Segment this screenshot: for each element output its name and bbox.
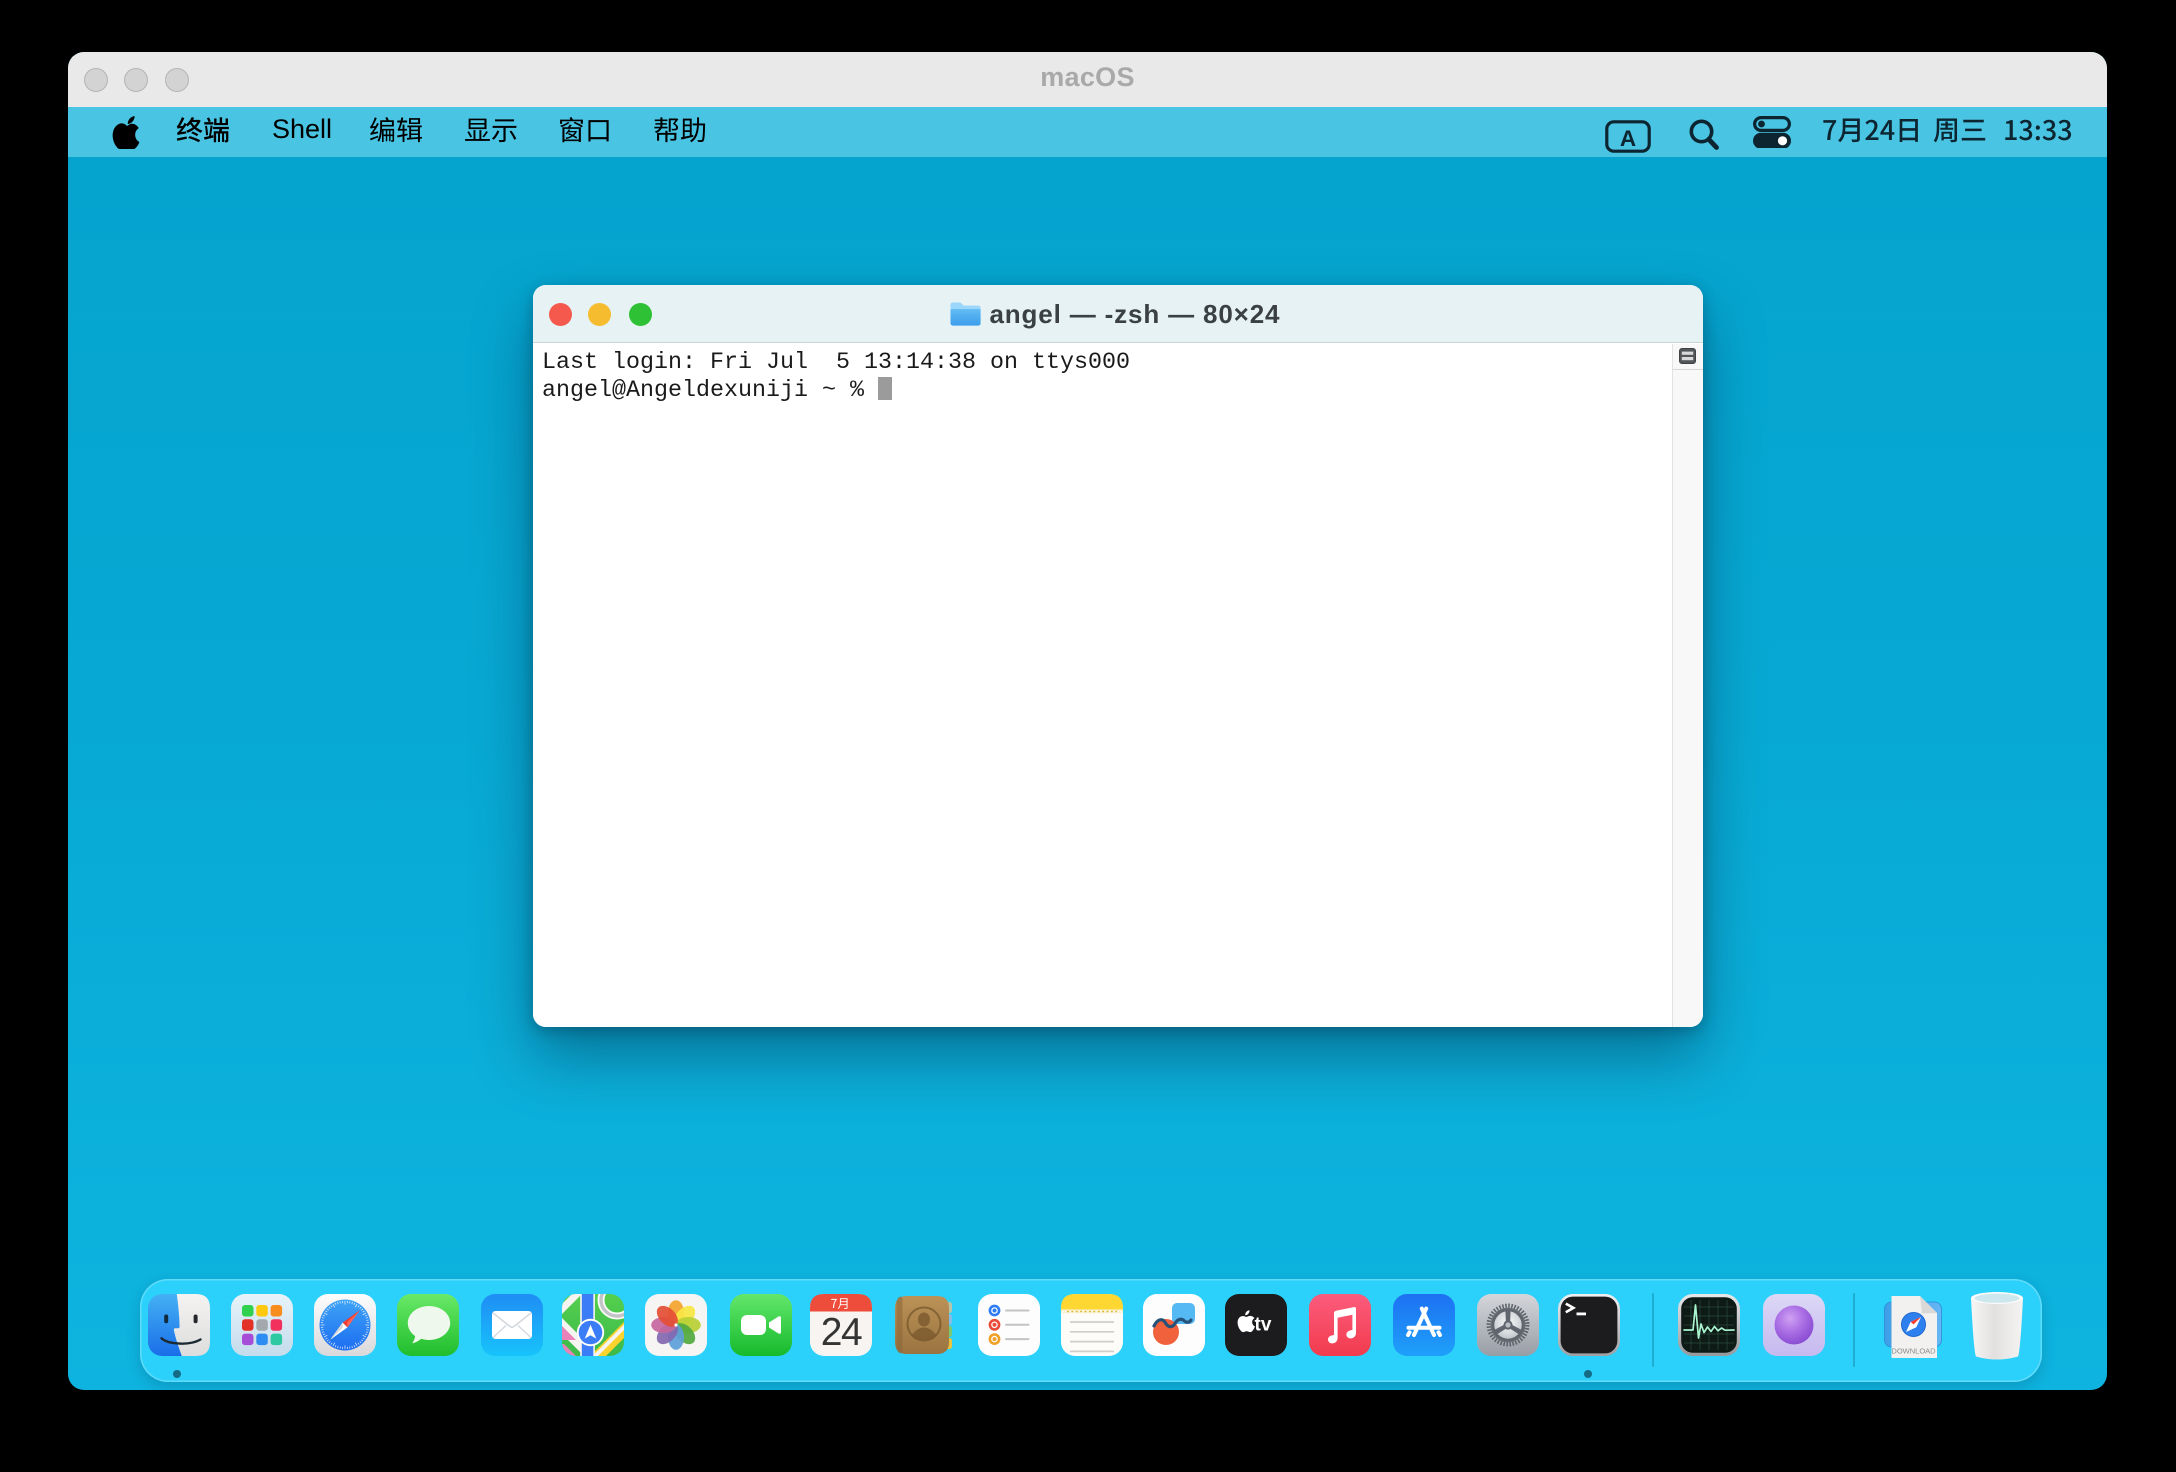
svg-text:DOWNLOAD: DOWNLOAD (1891, 1347, 1936, 1356)
svg-text:tv: tv (1255, 1314, 1272, 1335)
svg-text:A: A (1620, 126, 1636, 151)
svg-text:24: 24 (821, 1311, 862, 1354)
